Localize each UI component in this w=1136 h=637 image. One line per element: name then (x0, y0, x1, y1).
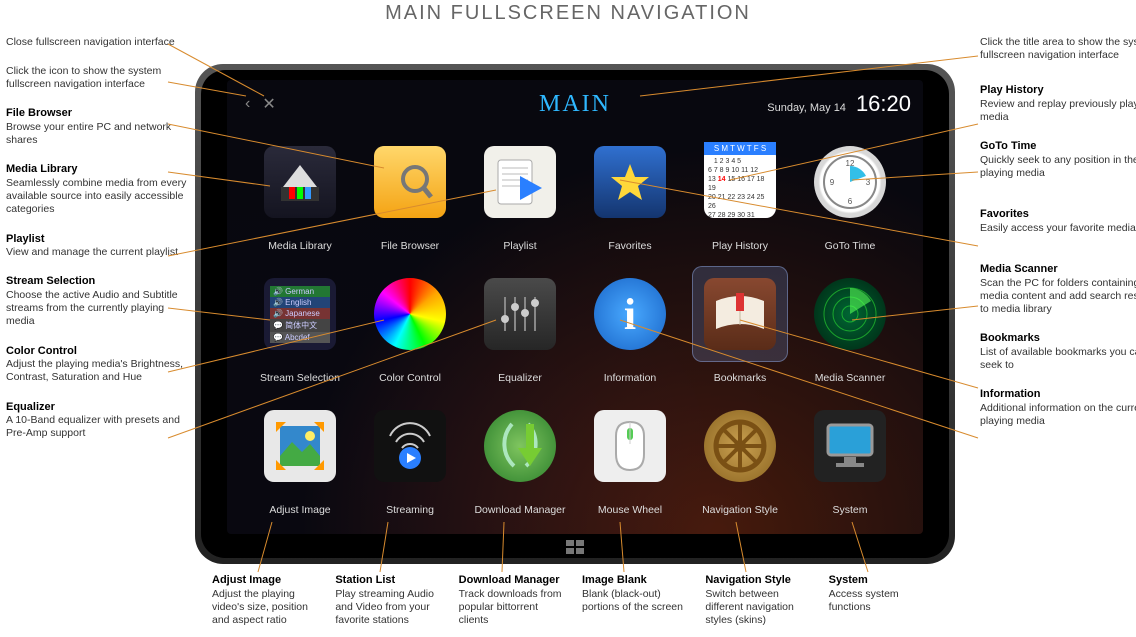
app-media-library[interactable]: Media Library (249, 130, 351, 252)
app-label: Equalizer (498, 372, 542, 384)
page-title: MAIN FULLSCREEN NAVIGATION (0, 0, 1136, 25)
app-system[interactable]: System (799, 394, 901, 516)
app-equalizer[interactable]: Equalizer (469, 262, 571, 384)
clock: Sunday, May 14 16:20 (767, 91, 911, 117)
app-file-browser[interactable]: File Browser (359, 130, 461, 252)
app-label: Favorites (608, 240, 651, 252)
app-mouse-wheel[interactable]: Mouse Wheel (579, 394, 681, 516)
note: Play HistoryReview and replay previously… (980, 84, 1136, 124)
app-color-control[interactable]: Color Control (359, 262, 461, 384)
app-label: Color Control (379, 372, 441, 384)
svg-text:3: 3 (866, 178, 871, 187)
app-label: Adjust Image (269, 504, 330, 516)
note: FavoritesEasily access your favorite med… (980, 208, 1136, 235)
app-adjust-image[interactable]: Adjust Image (249, 394, 351, 516)
app-label: Information (604, 372, 657, 384)
note: InformationAdditional information on the… (980, 388, 1136, 428)
app-information[interactable]: iInformation (579, 262, 681, 384)
app-label: Download Manager (474, 504, 565, 516)
tablet-frame: ‹ ✕ MAIN Sunday, May 14 16:20 Media Libr… (195, 64, 955, 564)
app-label: Media Library (268, 240, 332, 252)
app-favorites[interactable]: Favorites (579, 130, 681, 252)
note: Click the icon to show the system fullsc… (6, 65, 190, 91)
app-bookmarks[interactable]: Bookmarks (689, 262, 791, 384)
app-playlist[interactable]: Playlist (469, 130, 571, 252)
note: Station ListPlay streaming Audio and Vid… (335, 574, 447, 627)
notes-bottom: Adjust ImageAdjust the playing video's s… (212, 574, 942, 627)
home-button[interactable] (566, 540, 584, 554)
note: PlaylistView and manage the current play… (6, 233, 190, 260)
app-navigation-style[interactable]: Navigation Style (689, 394, 791, 516)
note: File BrowserBrowse your entire PC and ne… (6, 107, 190, 147)
note: Stream SelectionChoose the active Audio … (6, 275, 190, 328)
app-label: GoTo Time (825, 240, 876, 252)
app-label: System (832, 504, 867, 516)
app-label: Navigation Style (702, 504, 778, 516)
time-text: 16:20 (856, 91, 911, 117)
svg-text:9: 9 (830, 178, 835, 187)
app-play-history[interactable]: S M T W T F S 1 2 3 4 56 7 8 9 10 11 121… (689, 130, 791, 252)
app-stream-selection[interactable]: 🔊 German🔊 English🔊 Japanese💬 简体中文💬 Abcde… (249, 262, 351, 384)
screen-title[interactable]: MAIN (539, 91, 611, 118)
note: Media LibrarySeamlessly combine media fr… (6, 163, 190, 216)
note: BookmarksList of available bookmarks you… (980, 332, 1136, 372)
note: Download ManagerTrack downloads from pop… (459, 574, 571, 627)
notes-right: Click the title area to show the system … (980, 36, 1136, 444)
note: SystemAccess system functions (829, 574, 941, 627)
note: Adjust ImageAdjust the playing video's s… (212, 574, 324, 627)
app-label: Stream Selection (260, 372, 340, 384)
screen: ‹ ✕ MAIN Sunday, May 14 16:20 Media Libr… (227, 80, 923, 534)
note: GoTo TimeQuickly seek to any position in… (980, 140, 1136, 180)
date-text: Sunday, May 14 (767, 102, 846, 114)
app-label: Media Scanner (815, 372, 886, 384)
close-button[interactable]: ✕ (256, 94, 281, 114)
app-label: Play History (712, 240, 768, 252)
note: Image BlankBlank (black-out) portions of… (582, 574, 694, 627)
app-streaming[interactable]: Streaming (359, 394, 461, 516)
back-button[interactable]: ‹ (239, 95, 256, 113)
app-label: Playlist (503, 240, 536, 252)
app-media-scanner[interactable]: Media Scanner (799, 262, 901, 384)
note: Media ScannerScan the PC for folders con… (980, 263, 1136, 316)
note: Click the title area to show the system … (980, 36, 1136, 62)
app-label: Mouse Wheel (598, 504, 662, 516)
note: Color ControlAdjust the playing media's … (6, 345, 190, 385)
note: Navigation StyleSwitch between different… (705, 574, 817, 627)
app-label: Bookmarks (714, 372, 767, 384)
notes-left: Close fullscreen navigation interface Cl… (6, 36, 190, 457)
app-download-manager[interactable]: Download Manager (469, 394, 571, 516)
app-goto-time[interactable]: 12369GoTo Time (799, 130, 901, 252)
note: EqualizerA 10-Band equalizer with preset… (6, 401, 190, 441)
app-grid: Media Library File Browser Playlist Favo… (249, 130, 901, 516)
note: Close fullscreen navigation interface (6, 36, 190, 49)
app-label: File Browser (381, 240, 439, 252)
svg-text:6: 6 (848, 197, 853, 206)
app-label: Streaming (386, 504, 434, 516)
